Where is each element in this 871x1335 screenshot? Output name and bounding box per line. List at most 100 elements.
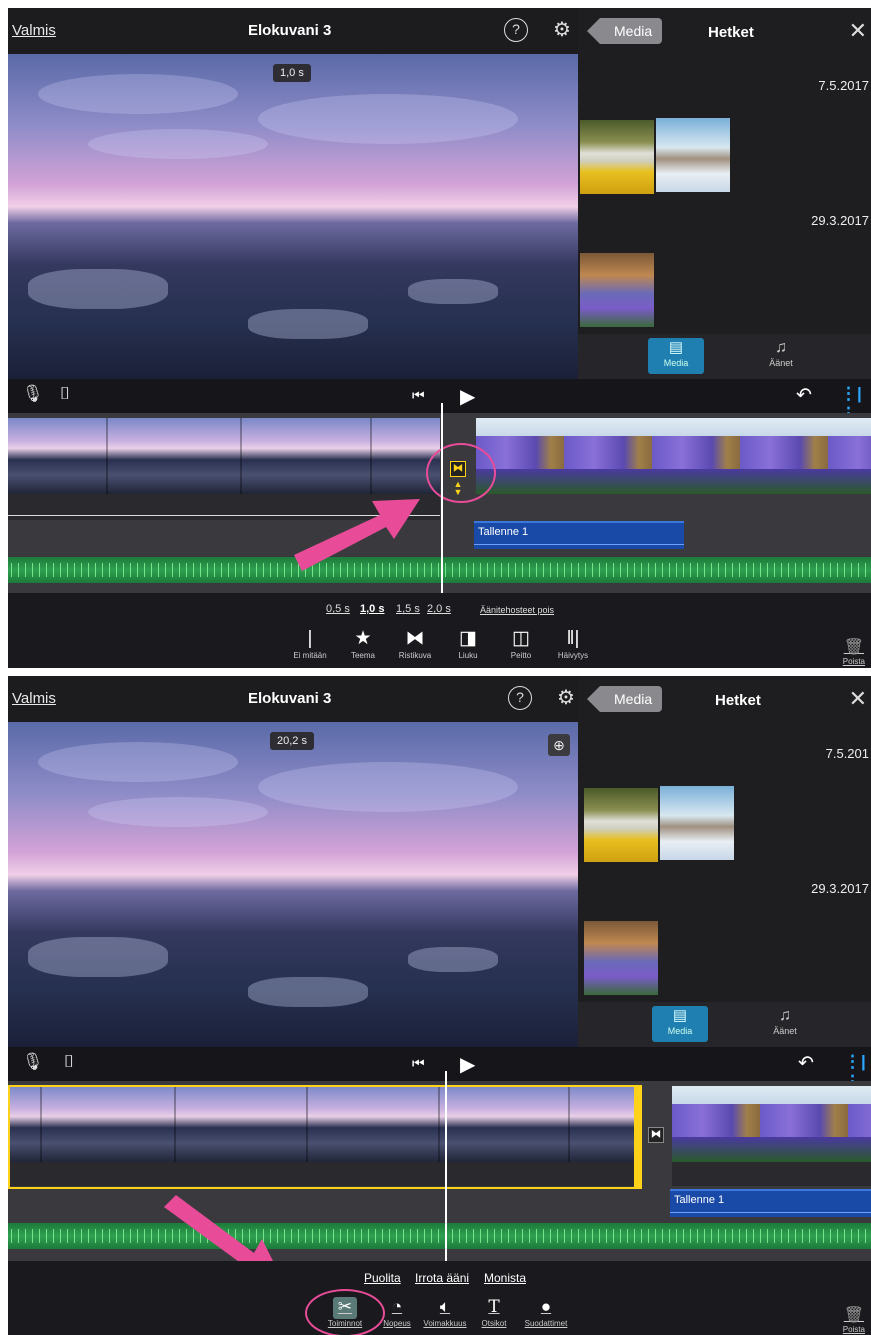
camera-icon[interactable]: ⌷ [64,1052,74,1072]
duration-option[interactable]: 0,5 s [326,603,350,615]
recording-clip[interactable]: Tallenne 1 [474,521,684,549]
top-bar: Valmis Elokuvani 3 ? ⚙ [8,676,578,722]
done-button[interactable]: Valmis [12,22,56,39]
video-clip-landscape[interactable] [8,418,440,494]
tool-label: Voimakkuus [423,1319,467,1328]
transition-label: Ristikuva [398,651,432,660]
selection-frame[interactable] [8,1085,642,1189]
media-thumbnail-dog[interactable] [580,253,654,327]
timeline[interactable]: ⧓ Tallenne 1 [8,1081,871,1261]
tab-audio[interactable]: ♫ Äänet [756,338,806,374]
gear-icon[interactable]: ⚙ [554,686,578,710]
transition-slide[interactable]: ◨ Liuku [443,627,493,660]
speaker-icon: 🔈︎ [439,1297,451,1316]
playhead[interactable] [441,403,443,593]
media-back-button[interactable]: Media [586,686,663,712]
undo-icon[interactable]: ↶ [796,384,812,407]
delete-button[interactable]: 🗑︎ Poista [843,1305,865,1334]
sound-effects-toggle[interactable]: Äänitehosteet pois [480,605,554,615]
transition-fade[interactable]: ‖| Häivytys [548,627,598,660]
skip-to-start-icon[interactable]: ⏮︎ [412,387,425,404]
done-button[interactable]: Valmis [12,690,56,707]
background-audio-track[interactable] [8,1223,871,1249]
media-thumbnail-rabbit[interactable] [584,788,658,862]
gear-icon[interactable]: ⚙ [550,18,574,42]
transition-label: Liuku [458,651,478,660]
media-browser: Media Hetket ✕ 7.5.2017 29.3.2017 ▤ Medi… [578,8,871,379]
tab-media[interactable]: ▤ Media [652,1006,708,1042]
film-icon: ▤ [668,339,684,356]
clip-duration-label: 20,2 s [270,732,314,750]
tab-label: Media [667,1026,693,1036]
microphone-icon[interactable]: 🎙︎ [22,1052,44,1072]
transition-none[interactable]: | Ei mitään [285,627,335,660]
skip-to-start-icon[interactable]: ⏮︎ [412,1055,425,1072]
video-clip-dog-flowers[interactable] [476,418,871,494]
media-thumbnail-deer[interactable] [656,118,730,192]
timeline-toolbar: 🎙︎ ⌷ ⏮︎ ▶ ↶ ⋮|⋮ [8,379,871,423]
transition-options-bar: 0,5 s 1,0 s 1,5 s 2,0 s Äänitehosteet po… [8,593,871,668]
playhead[interactable] [445,1071,447,1261]
undo-icon[interactable]: ↶ [798,1052,814,1075]
media-browser: Media Hetket ✕ 7.5.201 29.3.2017 ▤ Media… [578,676,871,1047]
tab-media[interactable]: ▤ Media [648,338,704,374]
detach-audio-action[interactable]: Irrota ääni [415,1271,469,1285]
transition-label: Teema [350,651,375,660]
play-icon[interactable]: ▶ [460,1052,475,1077]
clip-duration-label: 1,0 s [273,64,311,82]
play-icon[interactable]: ▶ [460,384,475,409]
transition-wipe[interactable]: ◫ Peitto [496,627,546,660]
split-action[interactable]: Puolita [364,1271,401,1285]
tab-label: Äänet [773,1026,797,1036]
video-preview[interactable]: 20,2 s ⊕ [8,722,578,1047]
clip-inspector-bar: Puolita Irrota ääni Monista ✂ Toiminnot … [8,1261,871,1335]
transition-icon[interactable]: ⧓ [648,1127,664,1143]
delete-button[interactable]: 🗑︎ Poista [843,637,865,666]
microphone-icon[interactable]: 🎙︎ [22,384,44,404]
music-note-icon: ♫ [779,1007,791,1024]
tab-label: Media [663,358,689,368]
tab-audio[interactable]: ♫ Äänet [760,1006,810,1042]
tool-label: Otsikot [481,1319,507,1328]
highlight-circle [426,443,496,503]
media-back-button[interactable]: Media [586,18,663,44]
highlight-circle [305,1289,385,1335]
trash-icon: 🗑︎ [843,1307,865,1324]
zoom-icon[interactable]: ⊕ [548,734,570,756]
date-header: 7.5.201 [825,746,869,761]
date-header: 29.3.2017 [811,213,869,228]
delete-label: Poista [842,657,865,666]
tool-filters[interactable]: ● Suodattimet [518,1295,574,1328]
recording-clip[interactable]: Tallenne 1 [670,1189,871,1217]
duplicate-action[interactable]: Monista [484,1271,526,1285]
transition-cross-dissolve[interactable]: ⧓ Ristikuva [390,627,440,660]
annotation-arrow [294,499,420,571]
browser-title: Hetket [708,24,754,41]
video-clip-dog-flowers[interactable] [672,1086,871,1162]
date-header: 7.5.2017 [818,78,869,93]
duration-option[interactable]: 2,0 s [427,603,451,615]
duration-option-selected[interactable]: 1,0 s [360,603,384,615]
close-icon[interactable]: ✕ [849,20,867,42]
trash-icon: 🗑︎ [843,639,865,656]
help-icon[interactable]: ? [508,686,532,710]
delete-label: Poista [842,1325,865,1334]
video-preview[interactable]: 1,0 s [8,54,578,379]
transition-label: Häivytys [557,651,589,660]
camera-icon[interactable]: ⌷ [60,384,70,404]
help-icon[interactable]: ? [504,18,528,42]
timeline[interactable]: Tallenne 1 ⧓ ▲ ▼ [8,413,871,593]
fade-icon: ‖| [566,628,580,649]
filters-icon: ● [540,1297,552,1316]
transition-theme[interactable]: ★ Teema [338,627,388,660]
media-thumbnail-rabbit[interactable] [580,120,654,194]
duration-option[interactable]: 1,5 s [396,603,420,615]
media-thumbnail-dog[interactable] [584,921,658,995]
tool-volume[interactable]: 🔈︎ Voimakkuus [417,1295,473,1328]
timeline-toolbar: 🎙︎ ⌷ ⏮︎ ▶ ↶ ⋮|⋮ [8,1047,871,1091]
browser-title: Hetket [715,692,761,709]
tool-titles[interactable]: T Otsikot [466,1295,522,1328]
media-thumbnail-deer[interactable] [660,786,734,860]
close-icon[interactable]: ✕ [849,688,867,710]
background-audio-track[interactable] [8,557,871,583]
